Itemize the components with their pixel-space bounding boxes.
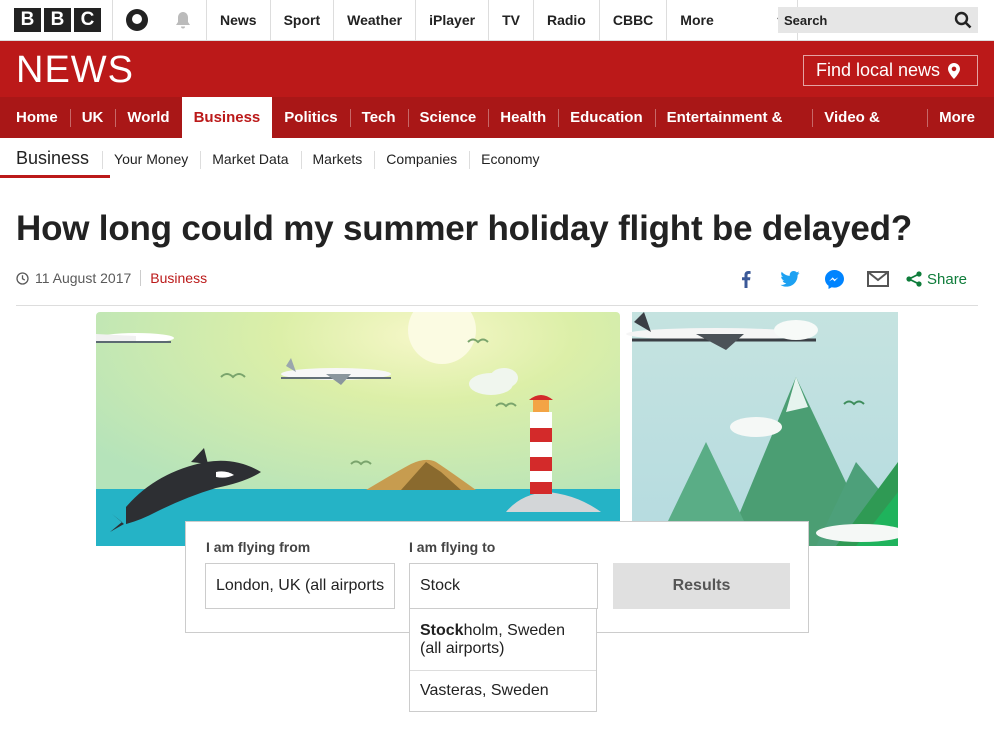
nav-more[interactable]: More ▼ [927,97,994,166]
notifications-button[interactable] [160,0,206,40]
nav-science[interactable]: Science [407,97,489,138]
share-facebook-button[interactable] [724,266,768,292]
share-icon [906,271,922,287]
news-header: NEWS Find local news [0,41,994,97]
global-nav-iplayer[interactable]: iPlayer [415,0,488,40]
nav-world[interactable]: World [115,97,181,138]
global-nav-cbbc[interactable]: CBBC [598,0,666,40]
article-section-link[interactable]: Business [150,270,207,286]
divider [16,305,978,306]
article-illustration [96,312,898,546]
share-email-button[interactable] [856,266,900,292]
main-nav: Home UK World Business Politics Tech Sci… [0,97,994,168]
location-pin-icon [948,62,961,79]
global-nav: News Sport Weather iPlayer TV Radio CBBC… [206,0,799,40]
share-label: Share [927,270,968,288]
nav-more-label: More [939,109,975,126]
global-nav-news[interactable]: News [206,0,270,40]
share-messenger-button[interactable] [812,266,856,292]
subnav-economy[interactable]: Economy [469,139,551,179]
suggestion-match: Stock [420,622,464,639]
global-nav-more-label: More [680,12,714,28]
email-icon [867,271,889,287]
bbc-logo-letter: B [44,8,71,32]
account-icon [125,9,148,31]
global-nav-tv[interactable]: TV [488,0,533,40]
nav-entertainment-arts[interactable]: Entertainment & Arts [654,97,813,168]
facebook-icon [742,270,751,288]
nav-business[interactable]: Business [181,97,273,138]
global-nav-radio[interactable]: Radio [532,0,599,40]
twitter-icon [780,271,800,287]
suggestion-item[interactable]: Vasteras, Sweden [410,670,596,711]
messenger-icon [824,269,844,289]
nav-home[interactable]: Home [4,97,70,138]
nav-uk[interactable]: UK [69,97,116,138]
from-airport-input[interactable] [205,563,395,609]
nav-video-audio[interactable]: Video & Audio [812,97,927,168]
holiday-illustration [96,312,898,546]
nav-politics[interactable]: Politics [272,97,349,138]
subnav-market-data[interactable]: Market Data [200,139,300,179]
search-icon[interactable] [954,11,972,29]
share-twitter-button[interactable] [768,266,812,292]
search-box [778,7,978,33]
share-tools: Share [724,266,967,292]
to-airport-input[interactable] [409,563,598,609]
nav-tech[interactable]: Tech [349,97,408,138]
nav-health[interactable]: Health [488,97,558,138]
bbc-logo-letter: C [74,8,101,32]
subnav-companies[interactable]: Companies [374,139,469,179]
subnav-markets[interactable]: Markets [300,139,375,179]
to-label: I am flying to [409,539,496,555]
bbc-global-bar: B B C News Sport Weather iPlayer TV Radi… [0,0,994,41]
bbc-logo-letter: B [14,8,41,32]
account-button[interactable] [112,0,160,40]
subnav-your-money[interactable]: Your Money [102,139,200,179]
bell-icon [176,12,190,29]
results-button[interactable]: Results [613,563,790,609]
search-input[interactable] [778,7,938,33]
article-date: 11 August 2017 [35,270,132,286]
share-button[interactable]: Share [906,271,967,288]
clock-icon [16,271,29,285]
news-logo[interactable]: NEWS [16,51,134,89]
from-label: I am flying from [206,539,311,555]
suggestion-item[interactable]: Stockholm, Sweden (all airports) [410,609,596,670]
bbc-logo[interactable]: B B C [14,8,101,32]
nav-education[interactable]: Education [558,97,655,138]
airport-suggestions: Stockholm, Sweden (all airports) Vastera… [409,608,597,712]
find-local-news-button[interactable]: Find local news [803,55,978,86]
article-headline: How long could my summer holiday flight … [16,209,913,248]
global-nav-sport[interactable]: Sport [269,0,334,40]
suggestion-text: Vasteras, Sweden [420,682,549,699]
section-subnav: Business Your Money Market Data Markets … [0,138,994,180]
meta-divider [140,270,142,286]
section-title[interactable]: Business [0,138,111,180]
article-meta: 11 August 2017 Business [16,270,207,286]
global-nav-weather[interactable]: Weather [333,0,415,40]
find-local-news-label: Find local news [816,60,941,80]
